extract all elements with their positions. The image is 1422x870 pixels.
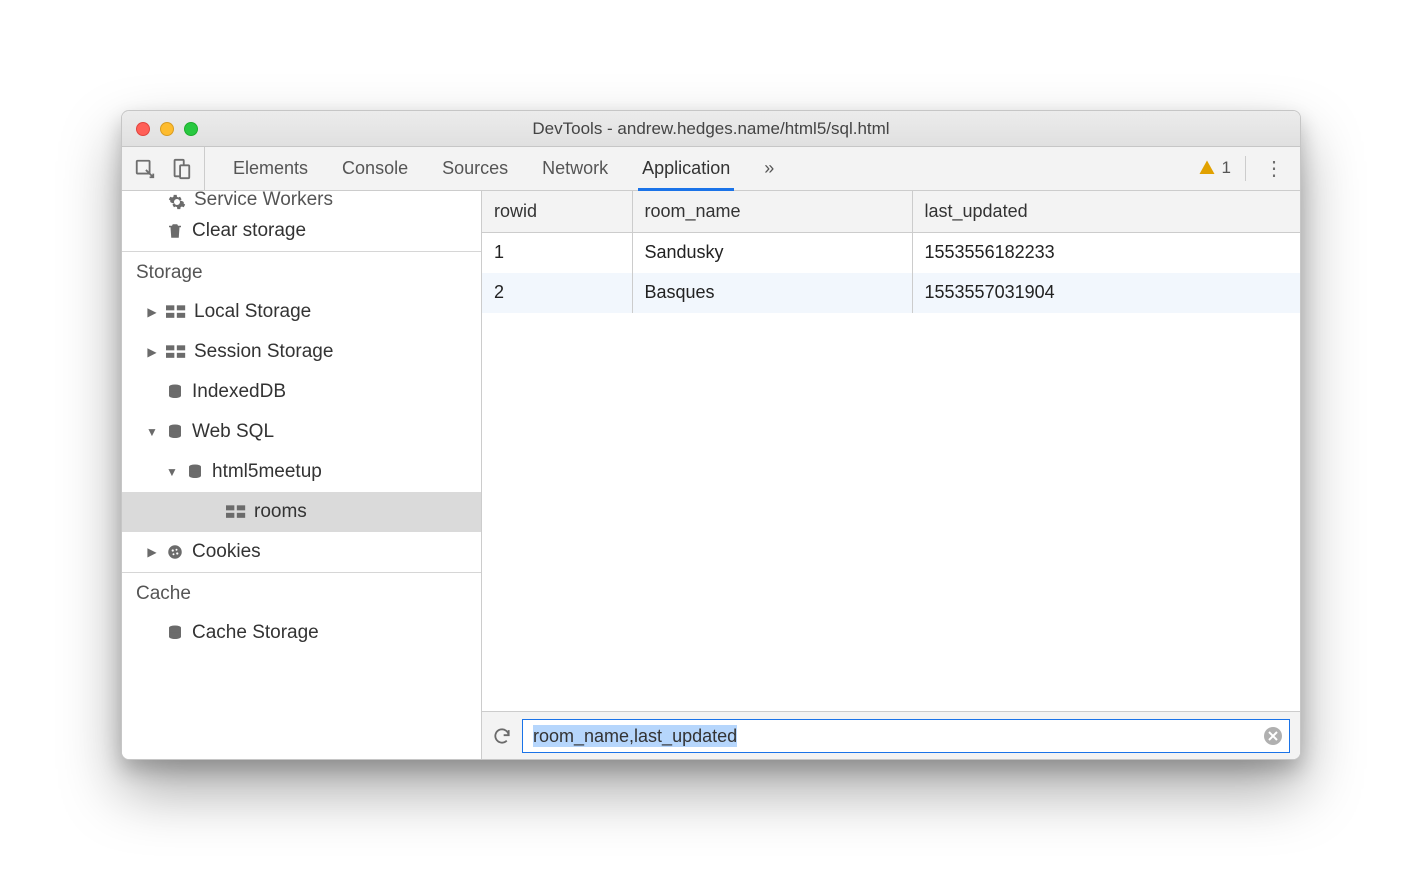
window-minimize-button[interactable] (160, 122, 174, 136)
sidebar-item-session-storage[interactable]: ▶ Session Storage (122, 332, 481, 372)
database-icon (186, 463, 204, 481)
filter-input[interactable] (522, 719, 1290, 753)
column-header-last-updated[interactable]: last_updated (912, 191, 1300, 233)
table-row[interactable]: 1 Sandusky 1553556182233 (482, 233, 1300, 273)
filter-bar: room_name,last_updated (482, 711, 1300, 759)
sidebar-item-service-workers[interactable]: Service Workers (122, 191, 481, 211)
sidebar-label: Service Workers (194, 191, 333, 211)
table-icon (226, 504, 246, 520)
refresh-button[interactable] (492, 726, 512, 746)
sidebar-item-local-storage[interactable]: ▶ Local Storage (122, 292, 481, 332)
column-header-rowid[interactable]: rowid (482, 191, 632, 233)
tabbar-left-tools (122, 147, 205, 190)
cell-rowid: 1 (482, 233, 632, 273)
table-header-row: rowid room_name last_updated (482, 191, 1300, 233)
titlebar: DevTools - andrew.hedges.name/html5/sql.… (122, 111, 1300, 147)
warning-count: 1 (1222, 158, 1231, 178)
device-toolbar-icon[interactable] (170, 158, 192, 180)
sidebar-label: Web SQL (192, 421, 274, 443)
tab-network[interactable]: Network (542, 147, 608, 190)
devtools-window: DevTools - andrew.hedges.name/html5/sql.… (121, 110, 1301, 760)
application-sidebar: Service Workers Clear storage Storage ▶ … (122, 191, 482, 759)
sidebar-item-cookies[interactable]: ▶ Cookies (122, 532, 481, 572)
sidebar-item-clear-storage[interactable]: Clear storage (122, 211, 481, 251)
database-icon (166, 423, 184, 441)
sidebar-label: Cookies (192, 541, 261, 563)
window-title: DevTools - andrew.hedges.name/html5/sql.… (122, 119, 1300, 139)
sidebar-item-table-rooms[interactable]: rooms (122, 492, 481, 532)
sidebar-item-web-sql[interactable]: ▼ Web SQL (122, 412, 481, 452)
table-scroll[interactable]: rowid room_name last_updated 1 Sandusky … (482, 191, 1300, 711)
sidebar-group-cache: Cache (122, 572, 481, 613)
filter-input-wrap: room_name,last_updated (522, 719, 1290, 753)
warnings-badge[interactable]: 1 (1198, 156, 1246, 182)
chevron-right-icon: ▶ (146, 345, 158, 359)
cell-last-updated: 1553556182233 (912, 233, 1300, 273)
panel-body: Service Workers Clear storage Storage ▶ … (122, 191, 1300, 759)
sidebar-item-cache-storage[interactable]: Cache Storage (122, 613, 481, 653)
table-view: rowid room_name last_updated 1 Sandusky … (482, 191, 1300, 759)
trash-icon (166, 221, 184, 241)
tab-elements[interactable]: Elements (233, 147, 308, 190)
sidebar-item-database[interactable]: ▼ html5meetup (122, 452, 481, 492)
column-header-room-name[interactable]: room_name (632, 191, 912, 233)
panel-tabs: Elements Console Sources Network Applica… (205, 147, 774, 190)
tabs-overflow-button[interactable]: » (764, 147, 774, 190)
gear-icon (168, 193, 186, 211)
sidebar-label: html5meetup (212, 461, 322, 483)
sidebar-label: IndexedDB (192, 381, 286, 403)
data-table: rowid room_name last_updated 1 Sandusky … (482, 191, 1300, 313)
tab-console[interactable]: Console (342, 147, 408, 190)
tab-application[interactable]: Application (642, 147, 730, 190)
database-icon (166, 383, 184, 401)
traffic-lights (122, 122, 198, 136)
sidebar-label: rooms (254, 501, 307, 523)
table-icon (166, 304, 186, 320)
inspect-element-icon[interactable] (134, 158, 156, 180)
settings-menu-button[interactable]: ⋮ (1258, 156, 1290, 181)
cookie-icon (166, 543, 184, 561)
sidebar-item-indexeddb[interactable]: IndexedDB (122, 372, 481, 412)
tabbar-right: 1 ⋮ (1198, 147, 1300, 190)
database-icon (166, 624, 184, 642)
sidebar-label: Local Storage (194, 301, 311, 323)
devtools-tabbar: Elements Console Sources Network Applica… (122, 147, 1300, 191)
table-row[interactable]: 2 Basques 1553557031904 (482, 273, 1300, 313)
sidebar-label: Cache Storage (192, 622, 319, 644)
window-zoom-button[interactable] (184, 122, 198, 136)
cell-room-name: Sandusky (632, 233, 912, 273)
tab-sources[interactable]: Sources (442, 147, 508, 190)
sidebar-label: Clear storage (192, 220, 306, 242)
sidebar-label: Session Storage (194, 341, 333, 363)
clear-filter-button[interactable] (1264, 727, 1282, 745)
cell-last-updated: 1553557031904 (912, 273, 1300, 313)
cell-room-name: Basques (632, 273, 912, 313)
window-close-button[interactable] (136, 122, 150, 136)
chevron-down-icon: ▼ (146, 425, 158, 439)
cell-rowid: 2 (482, 273, 632, 313)
chevron-down-icon: ▼ (166, 465, 178, 479)
sidebar-group-storage: Storage (122, 251, 481, 292)
chevron-right-icon: ▶ (146, 305, 158, 319)
warning-icon (1198, 159, 1216, 177)
chevron-right-icon: ▶ (146, 545, 158, 559)
table-icon (166, 344, 186, 360)
